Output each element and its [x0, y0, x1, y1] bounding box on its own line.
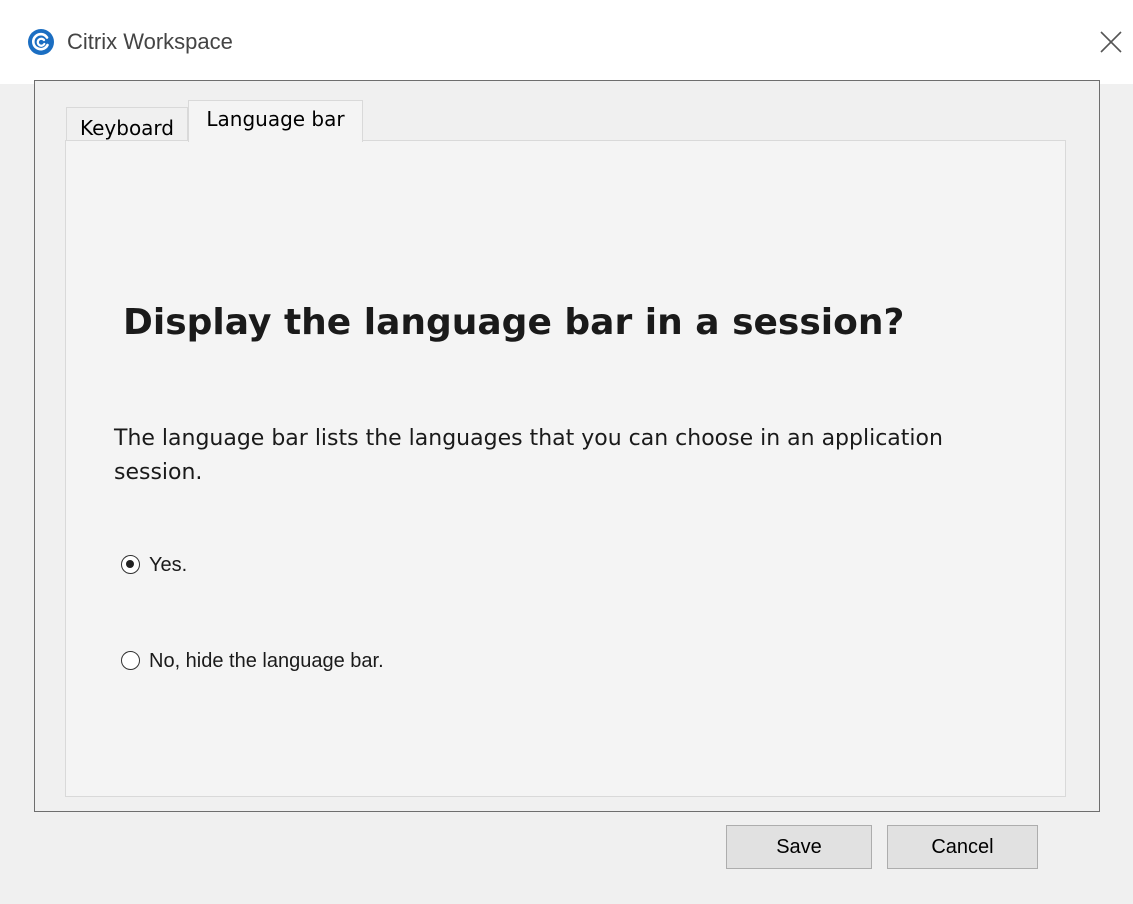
radio-label-no[interactable]: No, hide the language bar. — [149, 646, 384, 676]
citrix-workspace-dialog: Citrix Workspace Keyboard Language bar D… — [0, 0, 1133, 904]
citrix-workspace-icon — [28, 29, 54, 55]
radio-label-yes[interactable]: Yes. — [149, 550, 187, 580]
cancel-button[interactable]: Cancel — [887, 825, 1038, 869]
title-bar: Citrix Workspace — [0, 0, 1133, 84]
save-button[interactable]: Save — [726, 825, 872, 869]
tab-language-bar[interactable]: Language bar — [188, 100, 363, 142]
radio-button-no[interactable] — [121, 651, 140, 670]
window-title: Citrix Workspace — [67, 29, 233, 54]
page-title: Display the language bar in a session? — [123, 302, 905, 343]
radio-button-yes[interactable] — [121, 555, 140, 574]
close-icon[interactable] — [1095, 26, 1127, 58]
description-text: The language bar lists the languages tha… — [114, 426, 943, 485]
radio-selected-dot — [126, 560, 134, 568]
tab-keyboard[interactable]: Keyboard — [66, 107, 188, 141]
